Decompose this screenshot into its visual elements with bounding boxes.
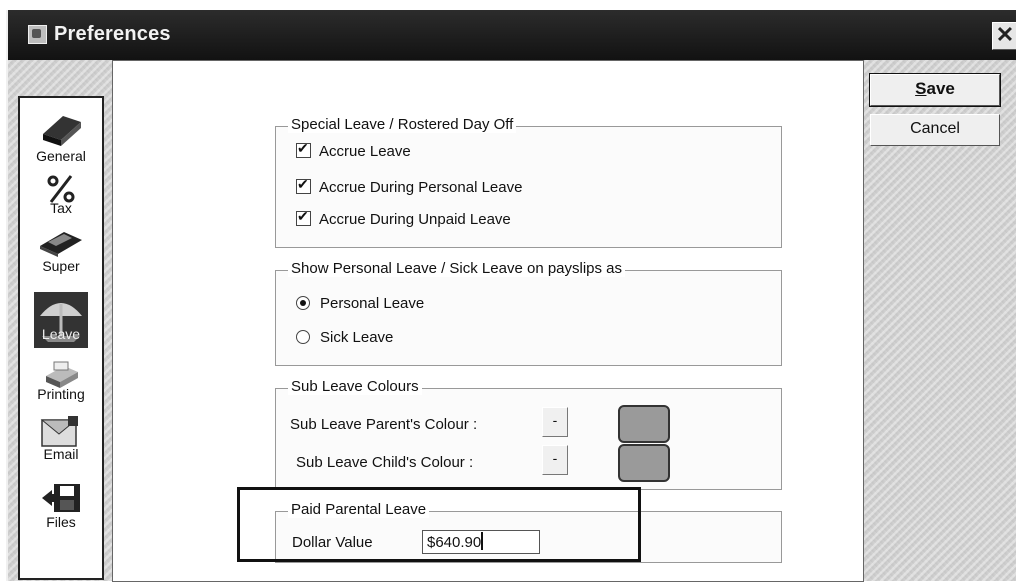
parent-colour-button[interactable]: - <box>542 407 568 437</box>
sick-leave-label: Sick Leave <box>320 329 394 346</box>
money-icon <box>40 232 82 257</box>
sidebar-item-super[interactable]: Super <box>20 228 102 274</box>
sidebar-item-email[interactable]: Email <box>20 414 102 462</box>
save-button[interactable]: Save <box>869 73 1001 107</box>
sidebar-item-general[interactable]: General <box>20 110 102 164</box>
sick-leave-radio[interactable]: Sick Leave <box>296 329 393 346</box>
close-icon: ✕ <box>995 22 1015 47</box>
save-label: ave <box>926 79 955 98</box>
show-leave-title: Show Personal Leave / Sick Leave on pays… <box>288 260 626 277</box>
title-bar[interactable]: Preferences ✕ <box>8 10 1016 60</box>
sidebar-nav: General Tax Super Leave Printing Email F… <box>18 96 104 580</box>
floppy-disk-icon <box>42 484 80 512</box>
highlight-annotation-box <box>237 487 641 562</box>
personal-leave-radio[interactable]: Personal Leave <box>296 295 424 312</box>
checkbox-checked[interactable] <box>296 176 311 194</box>
close-button[interactable]: ✕ <box>992 22 1016 50</box>
sidebar-item-label: Leave <box>41 326 81 342</box>
personal-leave-label: Personal Leave <box>320 295 425 312</box>
child-colour-button[interactable]: - <box>542 445 568 475</box>
app-icon <box>28 25 47 44</box>
cancel-button[interactable]: Cancel <box>870 114 1000 146</box>
radio-unselected[interactable] <box>296 330 310 344</box>
sub-leave-colours-group: Sub Leave Colours Sub Leave Parent's Col… <box>275 378 782 490</box>
parent-colour-label: Sub Leave Parent's Colour : <box>290 416 478 433</box>
accrue-unpaid-checkbox[interactable]: Accrue During Unpaid Leave <box>296 208 511 228</box>
accrue-unpaid-label: Accrue During Unpaid Leave <box>319 211 511 228</box>
book-icon <box>43 116 81 146</box>
save-access-key: S <box>915 79 927 98</box>
checkbox-checked[interactable] <box>296 208 311 226</box>
checkbox-checked[interactable] <box>296 140 311 158</box>
sidebar-item-label: Files <box>46 514 76 530</box>
printer-icon <box>46 361 78 388</box>
show-leave-group: Show Personal Leave / Sick Leave on pays… <box>275 260 782 366</box>
percent-icon <box>47 175 75 203</box>
special-leave-group: Special Leave / Rostered Day Off Accrue … <box>275 116 782 248</box>
email-icon <box>40 416 78 447</box>
sidebar-item-printing[interactable]: Printing <box>20 360 102 402</box>
accrue-leave-label: Accrue Leave <box>319 143 411 160</box>
window-title: Preferences <box>54 23 171 45</box>
sub-leave-title: Sub Leave Colours <box>288 378 422 395</box>
sidebar-item-files[interactable]: Files <box>20 482 102 530</box>
sidebar-item-label: Super <box>42 258 80 274</box>
child-colour-swatch[interactable] <box>618 444 670 482</box>
sidebar-item-label: General <box>36 148 86 164</box>
accrue-personal-checkbox[interactable]: Accrue During Personal Leave <box>296 176 523 196</box>
radio-selected[interactable] <box>296 296 310 310</box>
accrue-personal-label: Accrue During Personal Leave <box>319 179 523 196</box>
accrue-leave-checkbox[interactable]: Accrue Leave <box>296 140 411 160</box>
sidebar-item-tax[interactable]: Tax <box>20 172 102 216</box>
child-colour-label: Sub Leave Child's Colour : <box>296 454 474 471</box>
sidebar-item-leave[interactable]: Leave <box>20 292 102 348</box>
special-leave-title: Special Leave / Rostered Day Off <box>288 116 517 133</box>
parent-colour-swatch[interactable] <box>618 405 670 443</box>
